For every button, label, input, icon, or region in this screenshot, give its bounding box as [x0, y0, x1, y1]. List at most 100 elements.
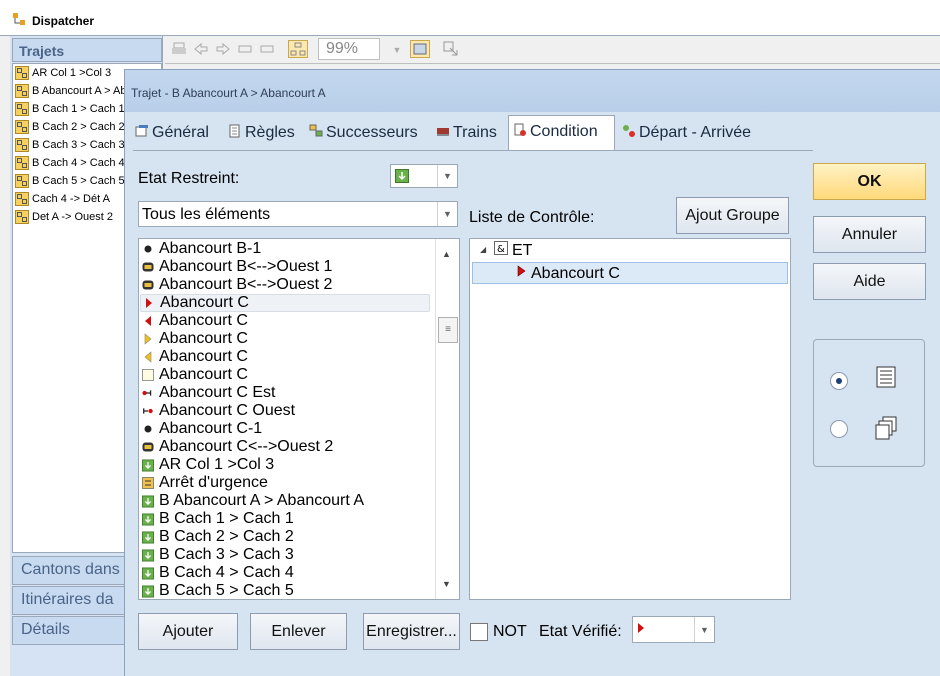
trajet-icon [15, 66, 29, 80]
chevron-down-icon: ▼ [437, 165, 457, 187]
mode-radio-copy[interactable] [830, 420, 848, 438]
tab-general-label: Général [152, 124, 209, 141]
element-item-label: B Cach 3 > Cach 3 [159, 546, 294, 563]
maximize-view-icon[interactable] [259, 42, 275, 56]
dot-icon [142, 423, 154, 435]
trajet-item-label: AR Col 1 >Col 3 [32, 67, 112, 79]
list-view-icon [876, 366, 896, 388]
element-item[interactable]: Abancourt B<-->Ouest 2 [142, 276, 332, 294]
tree-item-selected[interactable]: Abancourt C [472, 262, 788, 284]
liste-controle-label: Liste de Contrôle: [469, 209, 595, 226]
fit-icon[interactable] [410, 40, 430, 58]
element-item-label: Arrêt d'urgence [159, 474, 268, 491]
element-item[interactable]: Abancourt C [142, 330, 248, 348]
element-item[interactable]: Abancourt C Est [142, 384, 276, 402]
main-toolbar: 99% ▼ [165, 36, 940, 64]
element-item[interactable]: Arrêt d'urgence [142, 474, 268, 492]
remove-button[interactable]: Enlever [250, 613, 347, 650]
ajout-groupe-button[interactable]: Ajout Groupe [676, 197, 789, 234]
export-icon[interactable] [442, 40, 460, 58]
mode-radio-list[interactable] [830, 372, 848, 390]
trajet-icon [15, 156, 29, 170]
forward-icon[interactable] [215, 42, 231, 56]
minimize-view-icon[interactable] [237, 42, 253, 56]
mode-panel [813, 339, 925, 467]
element-item-label: B Abancourt A > Abancourt A [159, 492, 365, 509]
tri-right-red-icon [143, 297, 155, 309]
train-icon [437, 128, 449, 136]
element-item-label: Abancourt C [159, 348, 248, 365]
back-icon[interactable] [193, 42, 209, 56]
scroll-up-icon[interactable]: ▲ [442, 249, 451, 259]
scroll-thumb[interactable]: ≡ [438, 317, 458, 343]
element-item-label: Abancourt C [160, 294, 249, 311]
trajet-icon [15, 84, 29, 98]
zoom-field[interactable]: 99% [318, 38, 380, 60]
print-icon[interactable] [171, 42, 187, 56]
tab-depart-arrivee-label: Départ - Arrivée [639, 124, 752, 141]
element-item-label: B Cach 5 > Cach 5 [159, 582, 294, 599]
element-item[interactable]: B Cach 1 > Cach 1 [142, 510, 294, 528]
element-item[interactable]: Abancourt C Ouest [142, 402, 295, 420]
green-arrow-icon [395, 169, 409, 183]
tab-regles[interactable]: Règles [228, 117, 295, 151]
trajets-header[interactable]: Trajets [12, 38, 162, 62]
element-item-label: Abancourt C [159, 366, 248, 383]
element-item-label: Abancourt B<-->Ouest 1 [159, 258, 333, 275]
element-item[interactable]: Abancourt C [142, 348, 248, 366]
ok-button[interactable]: OK [813, 163, 926, 200]
help-button[interactable]: Aide [813, 263, 926, 300]
element-item[interactable]: Abancourt B-1 [142, 240, 261, 258]
trajet-item-label: Cach 4 -> Dét A [32, 193, 110, 205]
save-button[interactable]: Enregistrer... [363, 613, 460, 650]
etat-verifie-combo[interactable]: ▼ [632, 616, 715, 643]
trajet-icon [15, 174, 29, 188]
scroll-down-icon[interactable]: ▼ [442, 579, 451, 589]
element-item[interactable]: B Cach 4 > Cach 4 [142, 564, 294, 582]
copy-pages-icon [875, 416, 897, 440]
tab-trains[interactable]: Trains [436, 117, 497, 151]
window-titlebar: Dispatcher [0, 0, 940, 36]
depart-arrivee-icon [623, 125, 635, 137]
element-item[interactable]: B Cach 3 > Cach 3 [142, 546, 294, 564]
not-checkbox[interactable] [470, 623, 488, 641]
trajets-header-label: Trajets [19, 43, 65, 59]
tree-root-et[interactable]: ET [512, 242, 532, 260]
elements-scrollbar[interactable]: ▲ ≡ ▼ [435, 239, 459, 599]
element-item[interactable]: Abancourt C<-->Ouest 2 [142, 438, 333, 456]
trajet-icon [15, 138, 29, 152]
element-item[interactable]: B Cach 5 > Cach 5 [142, 582, 294, 599]
element-item[interactable]: Abancourt C [142, 312, 248, 330]
trajet-item-label: B Cach 1 > Cach 1 [32, 103, 125, 115]
add-button[interactable]: Ajouter [138, 613, 238, 650]
control-list[interactable]: ◢ & ET Abancourt C [469, 238, 791, 600]
window-title: Dispatcher [32, 14, 95, 28]
tri-right-red-icon [638, 623, 644, 633]
element-item[interactable]: Abancourt C [140, 294, 430, 312]
etat-restreint-combo[interactable]: ▼ [390, 164, 458, 188]
tab-depart-arrivee[interactable]: Départ - Arrivée [622, 117, 751, 151]
filter-select-value: Tous les éléments [142, 206, 271, 223]
and-icon: & [494, 241, 508, 255]
loco-icon [142, 279, 154, 291]
elements-list[interactable]: Abancourt B-1 Abancourt B<-->Ouest 1 Abanc… [138, 238, 460, 600]
element-item[interactable]: B Abancourt A > Abancourt A [142, 492, 364, 510]
cancel-button[interactable]: Annuler [813, 216, 926, 253]
zoom-dropdown-icon[interactable]: ▼ [387, 40, 407, 60]
element-item[interactable]: Abancourt B<-->Ouest 1 [142, 258, 332, 276]
element-item[interactable]: B Cach 2 > Cach 2 [142, 528, 294, 546]
element-item-label: Abancourt C Ouest [159, 402, 296, 419]
expand-icon[interactable]: ◢ [480, 245, 486, 254]
tab-trains-label: Trains [453, 124, 497, 141]
element-item[interactable]: AR Col 1 >Col 3 [142, 456, 274, 474]
tab-condition[interactable]: Condition [508, 115, 615, 151]
dialog-titlebar: Trajet - B Abancourt A > Abancourt A [125, 70, 940, 112]
layout-icon[interactable] [288, 40, 308, 58]
chevron-down-icon: ▼ [437, 202, 457, 226]
filter-select[interactable]: Tous les éléments ▼ [138, 201, 458, 227]
element-item[interactable]: Abancourt C [142, 366, 248, 384]
tab-general[interactable]: Général [135, 117, 209, 151]
trajet-item-label: Det A -> Ouest 2 [32, 211, 114, 223]
element-item[interactable]: Abancourt C-1 [142, 420, 262, 438]
tab-successeurs[interactable]: Successeurs [309, 117, 418, 151]
